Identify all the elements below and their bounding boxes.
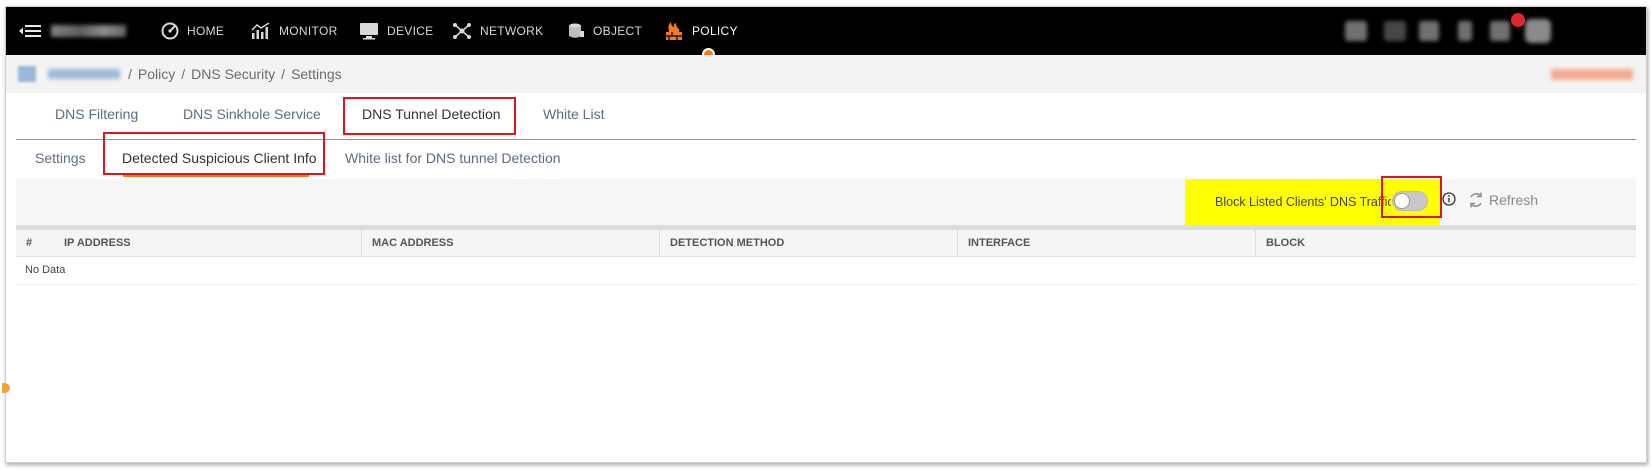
nav-monitor[interactable]: MONITOR — [251, 7, 338, 55]
object-cylinder-icon — [569, 23, 584, 38]
breadcrumb-bar: / Policy / DNS Security / Settings — [6, 55, 1646, 93]
nav-object[interactable]: OBJECT — [567, 7, 642, 55]
terminal-redacted-icon[interactable] — [1384, 21, 1406, 41]
column-header-interface[interactable]: INTERFACE — [957, 230, 1255, 256]
gauge-icon — [161, 22, 179, 40]
nav-policy[interactable]: POLICY — [664, 7, 738, 55]
column-header-block[interactable]: BLOCK — [1255, 230, 1636, 256]
nav-device[interactable]: DEVICE — [359, 7, 433, 55]
column-header-index: # — [26, 237, 33, 249]
breadcrumb-separator: / — [281, 66, 286, 82]
user-redacted-icon[interactable] — [1345, 21, 1367, 41]
device-name-crumb-redacted[interactable] — [48, 69, 120, 79]
annotation-box-toggle — [1381, 176, 1442, 218]
app-window: HOME MONITOR DEVICE NETWORK OBJECT POLIC… — [5, 6, 1647, 463]
network-nodes-icon — [453, 23, 471, 39]
nav-policy-label: POLICY — [692, 24, 738, 38]
breadcrumb-dns-security[interactable]: DNS Security — [191, 66, 275, 82]
nav-network-label: NETWORK — [480, 24, 544, 38]
column-header-mac-address[interactable]: MAC ADDRESS — [361, 230, 659, 256]
annotation-box-tunnel-tab — [343, 97, 516, 135]
tools-redacted-icon[interactable] — [1458, 21, 1472, 41]
device-name-redacted — [51, 25, 126, 37]
top-navigation-bar: HOME MONITOR DEVICE NETWORK OBJECT POLIC… — [6, 7, 1646, 61]
monitor-chart-icon — [251, 22, 270, 39]
table-row: No Data — [16, 257, 1636, 285]
nav-network[interactable]: NETWORK — [452, 7, 543, 55]
breadcrumb: / Policy / DNS Security / Settings — [128, 66, 342, 82]
info-icon[interactable] — [1442, 192, 1456, 206]
breadcrumb-separator: / — [128, 66, 132, 82]
notification-badge — [1511, 13, 1525, 27]
tab-white-list-dns-tunnel[interactable]: White list for DNS tunnel Detection — [345, 150, 561, 166]
annotation-box-detected-tab — [103, 132, 325, 175]
nav-object-label: OBJECT — [593, 24, 643, 38]
mode-indicator-redacted — [1551, 69, 1633, 80]
table-header: # IP ADDRESS MAC ADDRESS DETECTION METHO… — [16, 230, 1636, 257]
nav-home-label: HOME — [187, 24, 225, 38]
column-header-detection-method[interactable]: DETECTION METHOD — [659, 230, 957, 256]
tab-white-list[interactable]: White List — [543, 106, 604, 122]
nav-home[interactable]: HOME — [161, 7, 224, 55]
search-redacted-icon[interactable] — [1490, 21, 1510, 41]
device-logo-redacted — [18, 66, 36, 82]
refresh-button[interactable]: Refresh — [1467, 191, 1538, 209]
column-header-ip-address[interactable]: IP ADDRESS — [54, 230, 361, 256]
nav-monitor-label: MONITOR — [279, 24, 338, 38]
block-dns-traffic-label: Block Listed Clients' DNS Traffic — [1215, 195, 1391, 209]
avatar-redacted[interactable] — [1525, 19, 1551, 43]
breadcrumb-separator: / — [181, 66, 186, 82]
tab-dns-sinkhole-service[interactable]: DNS Sinkhole Service — [183, 106, 321, 122]
policy-firewall-icon — [666, 22, 682, 40]
menu-toggle-icon[interactable] — [18, 22, 42, 40]
breadcrumb-policy[interactable]: Policy — [138, 66, 175, 82]
device-screen-icon — [360, 23, 378, 40]
notifications-redacted-icon[interactable] — [1419, 21, 1439, 41]
refresh-icon — [1470, 192, 1482, 208]
nav-device-label: DEVICE — [387, 24, 434, 38]
refresh-label: Refresh — [1489, 192, 1539, 208]
tab-dns-filtering[interactable]: DNS Filtering — [55, 106, 138, 122]
no-data-text: No Data — [25, 264, 66, 276]
breadcrumb-settings: Settings — [291, 66, 342, 82]
tab-settings[interactable]: Settings — [35, 150, 86, 166]
